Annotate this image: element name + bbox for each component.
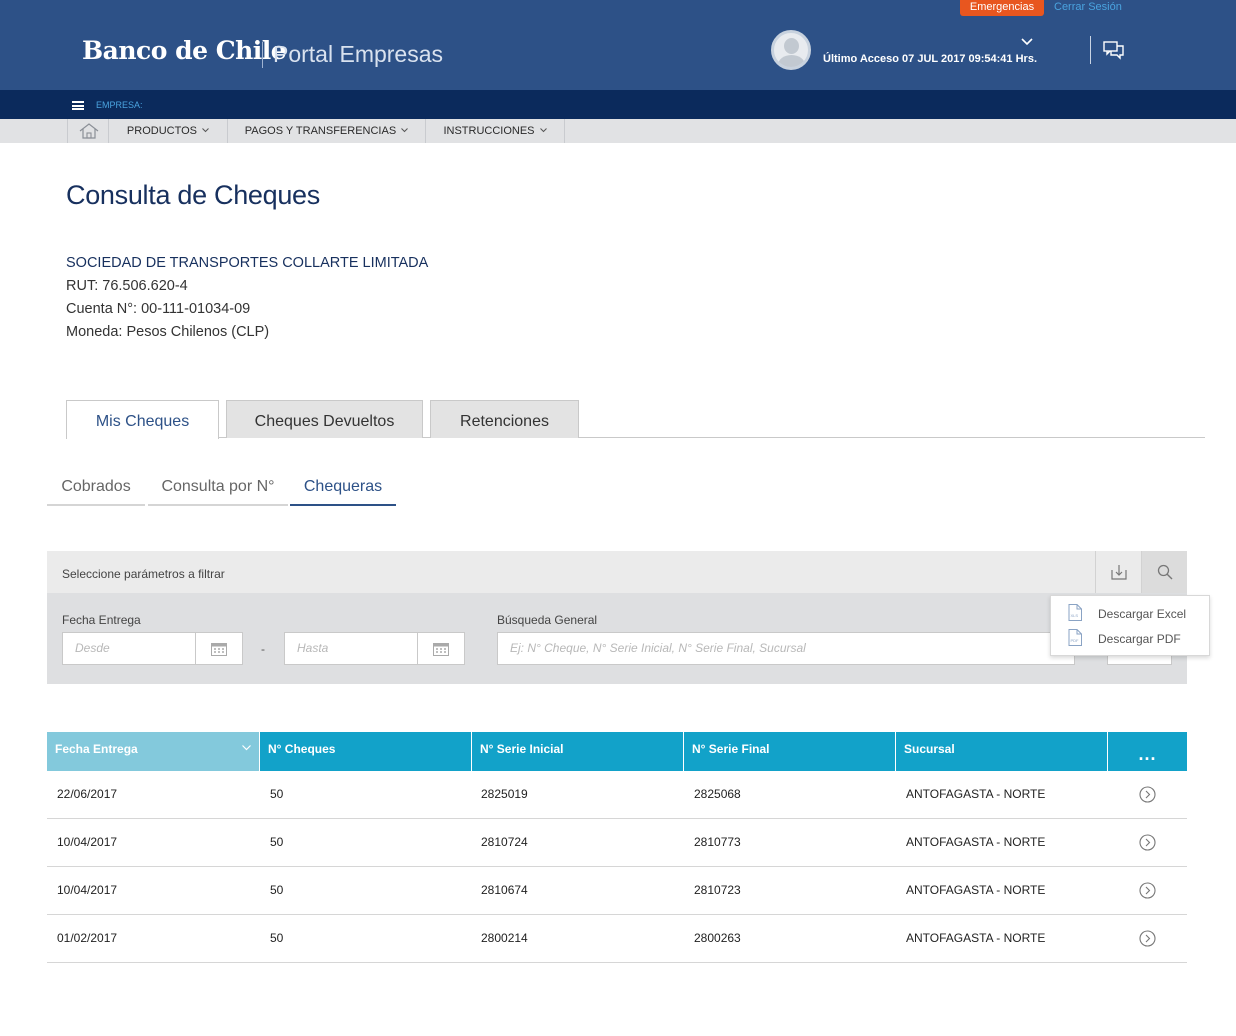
column-serie-final[interactable]: N° Serie Final bbox=[684, 732, 896, 771]
calendar-icon bbox=[211, 643, 227, 656]
nav-pagos-label: PAGOS Y TRANSFERENCIAS bbox=[244, 125, 397, 137]
chat-icon[interactable] bbox=[1103, 40, 1125, 60]
download-pdf-label: Descargar PDF bbox=[1098, 632, 1181, 646]
column-fecha-entrega[interactable]: Fecha Entrega bbox=[47, 732, 260, 771]
fecha-entrega-label: Fecha Entrega bbox=[62, 613, 141, 627]
sort-chevron-icon bbox=[242, 745, 251, 751]
column-more-options[interactable]: ... bbox=[1108, 732, 1187, 771]
cell-fecha: 10/04/2017 bbox=[57, 835, 118, 849]
avatar-head bbox=[784, 38, 799, 54]
busqueda-general-label: Búsqueda General bbox=[497, 613, 598, 627]
table-row[interactable]: 10/04/2017 50 2810724 2810773 ANTOFAGAST… bbox=[47, 819, 1187, 867]
pdf-file-icon: PDF bbox=[1068, 629, 1082, 646]
cell-sucursal: ANTOFAGASTA - NORTE bbox=[906, 931, 1046, 945]
avatar-body bbox=[778, 55, 805, 67]
logo-divider bbox=[262, 42, 263, 68]
empresa-bar: EMPRESA: bbox=[0, 90, 1236, 119]
user-avatar[interactable] bbox=[771, 30, 811, 70]
tab-cheques-devueltos[interactable]: Cheques Devueltos bbox=[226, 400, 423, 438]
portal-title: Portal Empresas bbox=[273, 41, 444, 67]
top-header: Emergencias Cerrar Sesión Banco de Chile… bbox=[0, 0, 1236, 90]
nav-pagos[interactable]: PAGOS Y TRANSFERENCIAS bbox=[228, 119, 426, 143]
cell-sucursal: ANTOFAGASTA - NORTE bbox=[906, 883, 1046, 897]
chevron-right-circle-icon[interactable] bbox=[1139, 786, 1156, 803]
cell-fecha: 10/04/2017 bbox=[57, 883, 118, 897]
busqueda-general-input[interactable]: Ej: N° Cheque, N° Serie Inicial, N° Seri… bbox=[497, 632, 1075, 665]
download-excel-item[interactable]: XLS Descargar Excel bbox=[1068, 604, 1208, 624]
hasta-calendar-button[interactable] bbox=[417, 632, 465, 665]
cerrar-sesion-link[interactable]: Cerrar Sesión bbox=[1054, 1, 1122, 13]
table-header: Fecha Entrega N° Cheques N° Serie Inicia… bbox=[47, 732, 1187, 771]
header-divider bbox=[1090, 36, 1091, 64]
page-title: Consulta de Cheques bbox=[66, 180, 320, 210]
cell-fecha: 01/02/2017 bbox=[57, 931, 118, 945]
subtab-chequeras[interactable]: Chequeras bbox=[290, 478, 396, 506]
subtab-consulta-por-numero[interactable]: Consulta por N° bbox=[148, 478, 288, 506]
nav-instrucciones-label: INSTRUCCIONES bbox=[443, 125, 535, 137]
emergencias-button[interactable]: Emergencias bbox=[960, 0, 1044, 16]
ultimo-acceso-text: Último Acceso 07 JUL 2017 09:54:41 Hrs. bbox=[823, 53, 1038, 65]
column-sucursal[interactable]: Sucursal bbox=[896, 732, 1108, 771]
chevron-right-circle-icon[interactable] bbox=[1139, 834, 1156, 851]
cell-serie-final: 2810773 bbox=[694, 835, 741, 849]
main-nav: PRODUCTOS PAGOS Y TRANSFERENCIAS INSTRUC… bbox=[0, 119, 1236, 143]
cell-serie-final: 2800263 bbox=[694, 931, 741, 945]
cell-n-cheques: 50 bbox=[270, 787, 284, 801]
company-rut: RUT: 76.506.620-4 bbox=[66, 278, 188, 294]
cell-serie-final: 2825068 bbox=[694, 787, 741, 801]
svg-text:PDF: PDF bbox=[1071, 638, 1080, 643]
table-row[interactable]: 01/02/2017 50 2800214 2800263 ANTOFAGAST… bbox=[47, 915, 1187, 963]
column-serie-inicial[interactable]: N° Serie Inicial bbox=[472, 732, 684, 771]
chevron-right-circle-icon[interactable] bbox=[1139, 882, 1156, 899]
chevron-down-icon[interactable] bbox=[1021, 38, 1033, 46]
calendar-icon bbox=[433, 643, 449, 656]
column-fecha-entrega-label: Fecha Entrega bbox=[55, 742, 138, 756]
page: Emergencias Cerrar Sesión Banco de Chile… bbox=[0, 0, 1236, 1036]
cell-fecha: 22/06/2017 bbox=[57, 787, 118, 801]
home-icon bbox=[79, 123, 99, 139]
chevron-down-icon bbox=[539, 128, 547, 133]
cell-sucursal: ANTOFAGASTA - NORTE bbox=[906, 835, 1046, 849]
cell-serie-inicial: 2825019 bbox=[481, 787, 528, 801]
chevron-right-circle-icon[interactable] bbox=[1139, 930, 1156, 947]
table-row[interactable]: 22/06/2017 50 2825019 2825068 ANTOFAGAST… bbox=[47, 771, 1187, 819]
desde-calendar-button[interactable] bbox=[195, 632, 243, 665]
nav-instrucciones[interactable]: INSTRUCCIONES bbox=[426, 119, 565, 143]
cell-serie-inicial: 2810724 bbox=[481, 835, 528, 849]
cell-n-cheques: 50 bbox=[270, 931, 284, 945]
chevron-down-icon bbox=[401, 128, 409, 133]
nav-productos[interactable]: PRODUCTOS bbox=[109, 119, 228, 143]
download-icon bbox=[1111, 565, 1127, 580]
hamburger-menu-icon[interactable] bbox=[72, 101, 84, 110]
currency: Moneda: Pesos Chilenos (CLP) bbox=[66, 324, 270, 340]
tab-mis-cheques[interactable]: Mis Cheques bbox=[66, 400, 219, 439]
tab-retenciones[interactable]: Retenciones bbox=[430, 400, 579, 438]
search-toggle-button[interactable] bbox=[1141, 551, 1187, 593]
company-name: SOCIEDAD DE TRANSPORTES COLLARTE LIMITAD… bbox=[66, 255, 429, 271]
svg-text:XLS: XLS bbox=[1071, 613, 1079, 618]
subtab-cobrados[interactable]: Cobrados bbox=[47, 478, 145, 506]
nav-home[interactable] bbox=[67, 119, 109, 143]
chevron-down-icon bbox=[202, 128, 209, 133]
download-menu: XLS Descargar Excel PDF Descargar PDF bbox=[1050, 595, 1210, 656]
cell-serie-final: 2810723 bbox=[694, 883, 741, 897]
cell-serie-inicial: 2800214 bbox=[481, 931, 528, 945]
filter-header-label: Seleccione parámetros a filtrar bbox=[62, 567, 225, 581]
cell-serie-inicial: 2810674 bbox=[481, 883, 528, 897]
nav-productos-label: PRODUCTOS bbox=[126, 125, 198, 137]
empresa-label[interactable]: EMPRESA: bbox=[96, 100, 143, 110]
cell-n-cheques: 50 bbox=[270, 883, 284, 897]
download-excel-label: Descargar Excel bbox=[1098, 607, 1187, 621]
excel-file-icon: XLS bbox=[1068, 604, 1082, 621]
download-button[interactable] bbox=[1095, 551, 1141, 593]
column-n-cheques[interactable]: N° Cheques bbox=[260, 732, 472, 771]
bank-logo[interactable]: Banco de Chile bbox=[82, 36, 287, 65]
download-pdf-item[interactable]: PDF Descargar PDF bbox=[1068, 629, 1208, 649]
cell-n-cheques: 50 bbox=[270, 835, 284, 849]
cell-sucursal: ANTOFAGASTA - NORTE bbox=[906, 787, 1046, 801]
table-row[interactable]: 10/04/2017 50 2810674 2810723 ANTOFAGAST… bbox=[47, 867, 1187, 915]
date-range-separator: - bbox=[261, 642, 265, 656]
search-icon bbox=[1157, 564, 1173, 580]
account-number: Cuenta N°: 00-111-01034-09 bbox=[66, 301, 251, 317]
